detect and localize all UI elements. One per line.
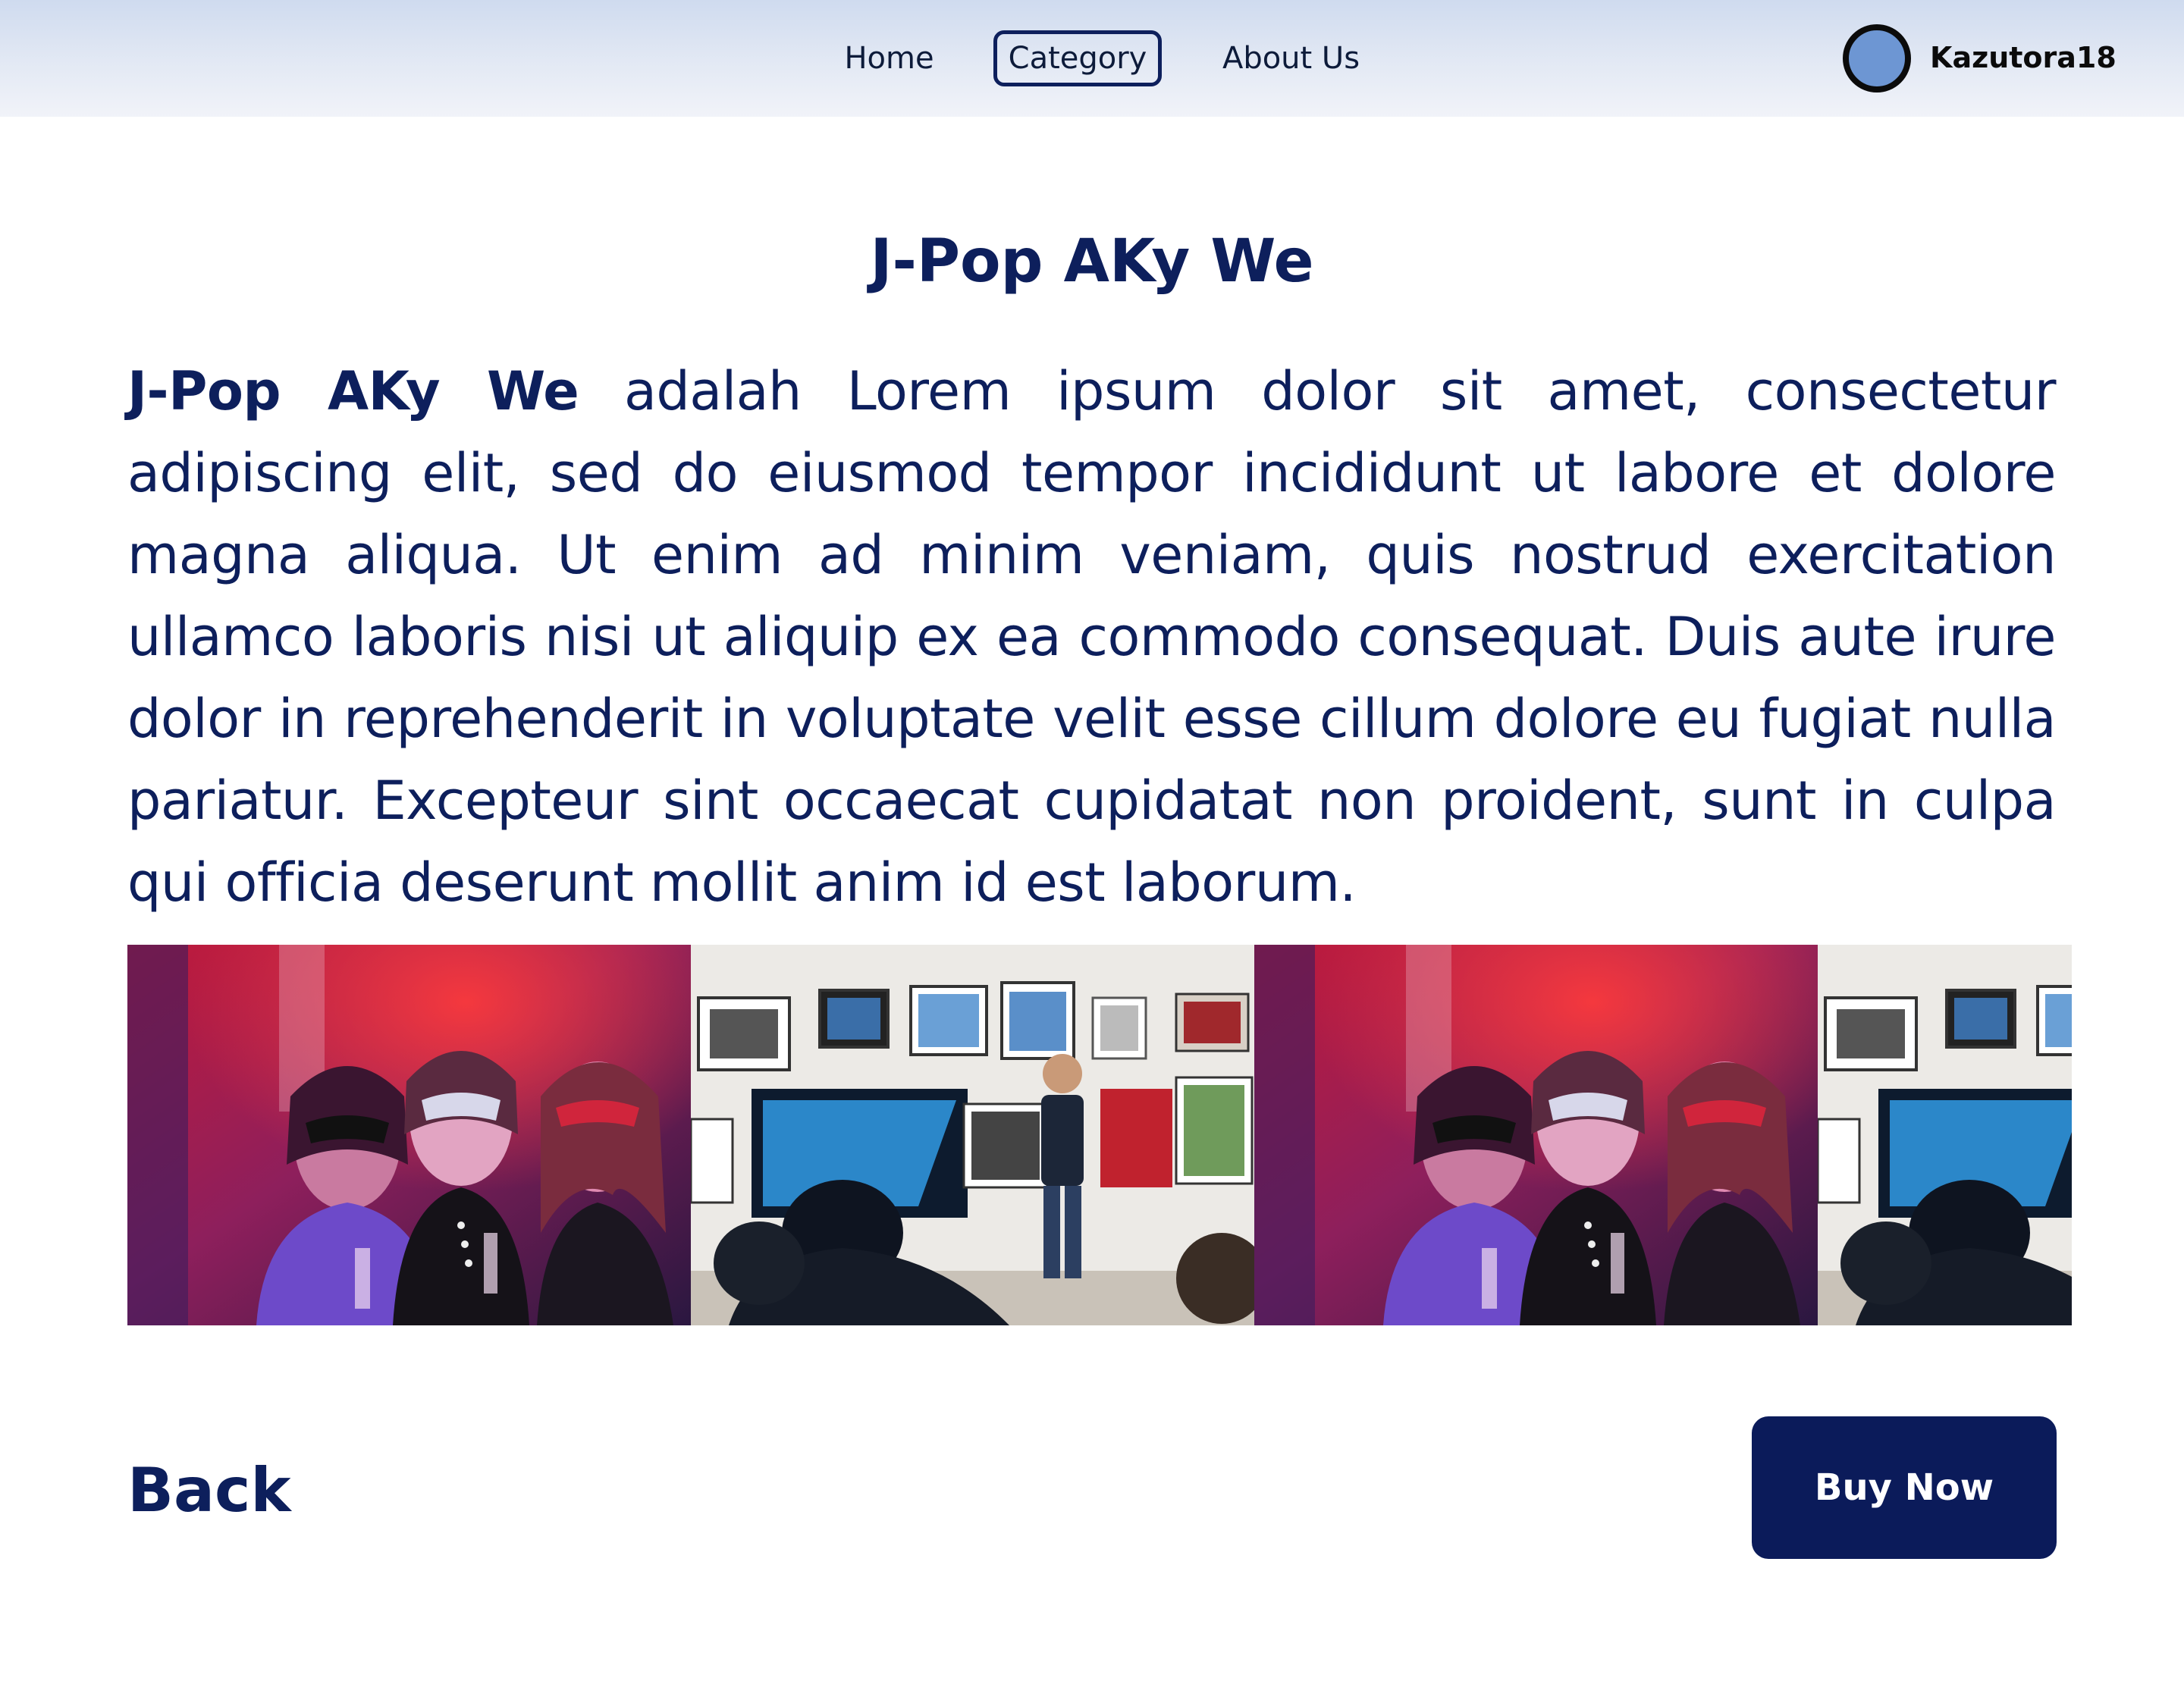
gallery-exhibition-photo [1818,945,2072,1325]
user-avatar[interactable] [1843,24,1911,93]
masquerade-party-image [1254,945,1818,1325]
event-photo-gallery [127,945,2072,1325]
nav-about-link[interactable]: About Us [1217,30,1365,86]
masquerade-party-image [127,945,691,1325]
description-body: adalah Lorem ipsum dolor sit amet, conse… [127,360,2057,914]
top-navbar: Home Category About Us Kazutora18 [0,0,2184,117]
nav-home-link[interactable]: Home [834,30,944,86]
user-name[interactable]: Kazutora18 [1930,36,2117,79]
page-title: J-Pop AKy We [870,227,1314,296]
event-description: J-Pop AKy We adalah Lorem ipsum dolor si… [127,350,2057,924]
masquerade-party-photo [127,945,691,1325]
masquerade-party-photo [1254,945,1818,1325]
gallery-exhibition-photo [691,945,1254,1325]
buy-now-button[interactable]: Buy Now [1752,1416,2057,1559]
back-link[interactable]: Back [127,1448,291,1532]
nav-category-link[interactable]: Category [993,30,1162,86]
gallery-exhibition-image [1818,945,2072,1325]
gallery-exhibition-image [691,945,1254,1325]
description-lead: J-Pop AKy We [127,360,579,422]
